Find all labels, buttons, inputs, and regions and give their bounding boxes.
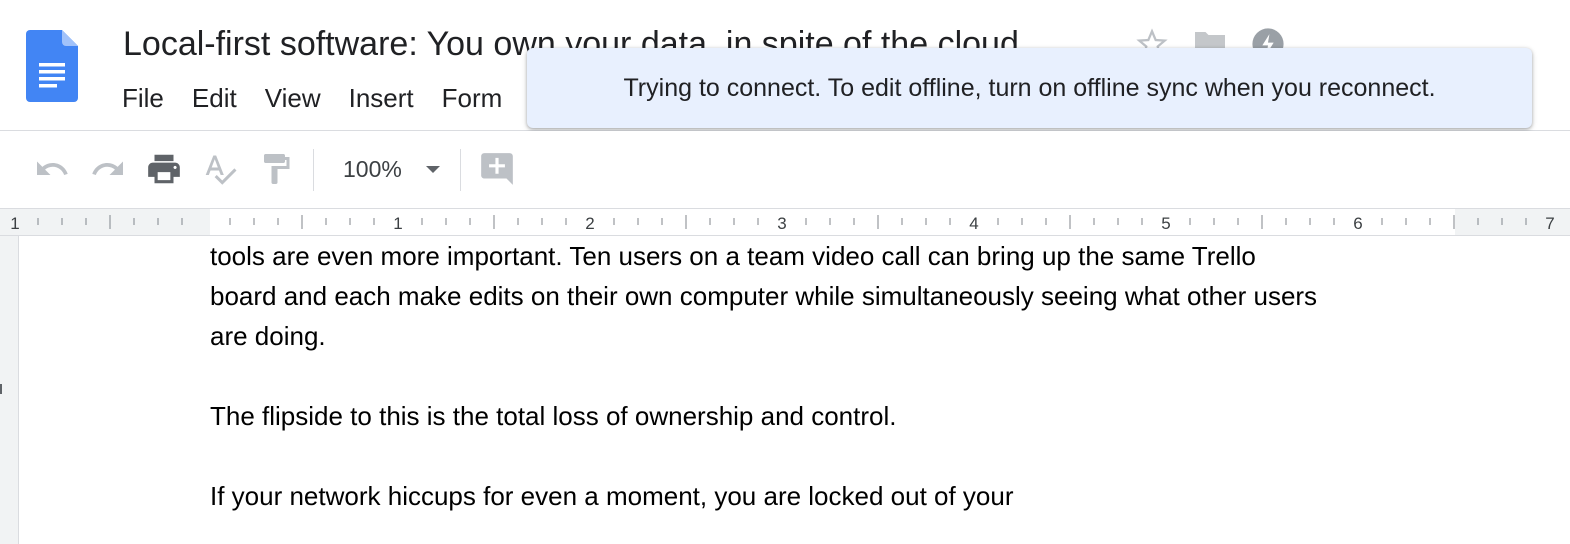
menu-view[interactable]: View bbox=[251, 83, 335, 114]
ruler-label: 3 bbox=[777, 214, 786, 233]
ruler-label: 7 bbox=[1545, 214, 1554, 233]
document-canvas[interactable]: tools are even more important. Ten users… bbox=[0, 236, 1570, 544]
spellcheck-icon[interactable] bbox=[200, 149, 240, 189]
ruler-label: 1 bbox=[10, 214, 19, 233]
toolbar-divider bbox=[460, 149, 461, 191]
connection-toast: Trying to connect. To edit offline, turn… bbox=[527, 48, 1532, 128]
body-line: tools are even more important. Ten users… bbox=[210, 241, 1256, 271]
menu-insert[interactable]: Insert bbox=[335, 83, 428, 114]
ruler-label: 1 bbox=[393, 214, 402, 233]
ruler-label: 4 bbox=[969, 214, 978, 233]
redo-icon[interactable] bbox=[88, 149, 128, 189]
zoom-value: 100% bbox=[343, 155, 402, 182]
caret-down-icon bbox=[423, 163, 443, 175]
body-line: are doing. bbox=[210, 321, 326, 351]
body-line: board and each make edits on their own c… bbox=[210, 281, 1318, 311]
paint-format-icon[interactable] bbox=[256, 149, 296, 189]
menu-edit[interactable]: Edit bbox=[178, 83, 251, 114]
ruler-label: 5 bbox=[1161, 214, 1170, 233]
ruler-label: 2 bbox=[585, 214, 594, 233]
body-line: If your network hiccups for even a momen… bbox=[210, 481, 1014, 511]
toolbar: 100% bbox=[0, 131, 1570, 208]
ruler-ticks: 1 1 2 3 4 5 6 7 bbox=[10, 214, 1554, 233]
horizontal-ruler[interactable]: 1 1 2 3 4 5 6 7 bbox=[0, 208, 1570, 236]
vertical-ruler-marker bbox=[0, 384, 4, 394]
document-body[interactable]: tools are even more important. Ten users… bbox=[210, 236, 1470, 516]
print-icon[interactable] bbox=[144, 149, 184, 189]
menu-format[interactable]: Form bbox=[428, 83, 517, 114]
menu-bar: File Edit View Insert Form bbox=[108, 78, 516, 118]
add-comment-icon[interactable] bbox=[477, 149, 517, 189]
docs-logo-icon[interactable] bbox=[26, 30, 78, 102]
zoom-select[interactable]: 100% bbox=[330, 149, 452, 189]
vertical-ruler[interactable] bbox=[0, 236, 19, 544]
menu-file[interactable]: File bbox=[108, 83, 178, 114]
ruler-label: 6 bbox=[1353, 214, 1362, 233]
toolbar-divider bbox=[313, 149, 314, 191]
toast-message: Trying to connect. To edit offline, turn… bbox=[623, 73, 1436, 102]
undo-icon[interactable] bbox=[32, 149, 72, 189]
body-line: The flipside to this is the total loss o… bbox=[210, 401, 897, 431]
